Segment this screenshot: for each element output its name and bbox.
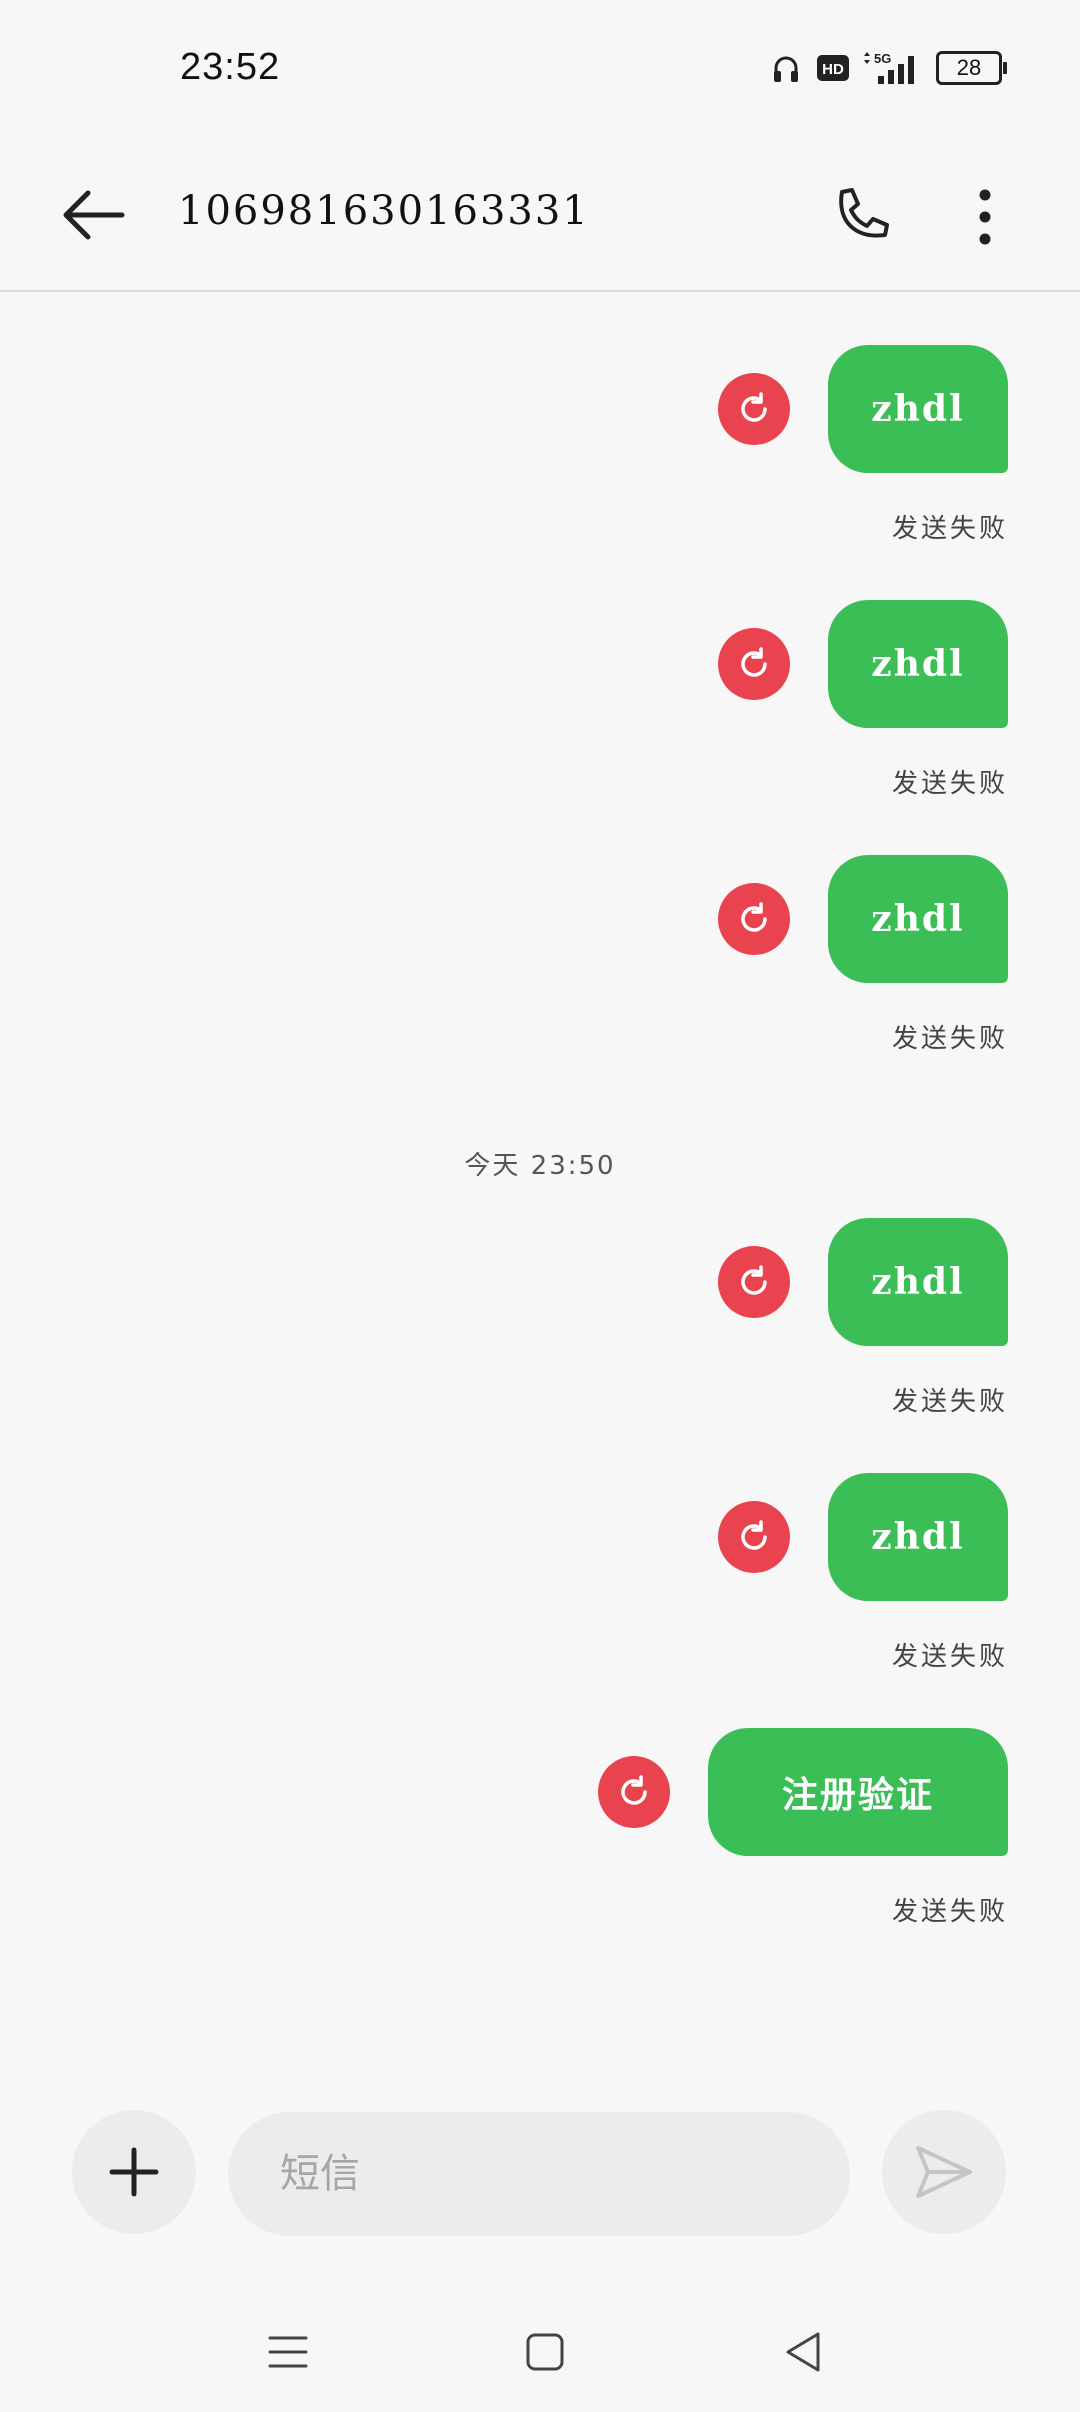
message-row: zhdl xyxy=(108,1473,1008,1601)
refresh-icon xyxy=(741,647,767,677)
headphones-icon xyxy=(774,56,798,82)
retry-button[interactable] xyxy=(718,883,790,955)
message-bubble[interactable]: zhdl xyxy=(828,1473,1008,1601)
send-failed-label[interactable]: 发送失败 xyxy=(892,763,1008,800)
home-button[interactable] xyxy=(515,2322,575,2382)
app-bar: 106981630163331 xyxy=(0,140,1080,292)
plus-icon xyxy=(109,2147,159,2197)
attach-button[interactable] xyxy=(72,2110,196,2234)
message-bubble[interactable]: zhdl xyxy=(828,855,1008,983)
status-bar: 23:52 HD 5G 28 xyxy=(0,0,1080,140)
refresh-icon xyxy=(741,902,767,932)
hd-icon: HD xyxy=(817,55,849,81)
retry-button[interactable] xyxy=(718,628,790,700)
date-separator: 今天 23:50 xyxy=(464,1151,616,1181)
back-triangle-icon xyxy=(786,2332,820,2372)
message-row: zhdl xyxy=(108,1218,1008,1346)
send-button[interactable] xyxy=(882,2110,1006,2234)
phone-icon xyxy=(839,188,889,238)
message-bubble[interactable]: zhdl xyxy=(828,600,1008,728)
conversation-title: 106981630163331 xyxy=(178,188,590,234)
message-bubble[interactable]: zhdl xyxy=(828,1218,1008,1346)
refresh-icon xyxy=(741,392,767,422)
back-button[interactable] xyxy=(60,185,130,245)
message-row: zhdl xyxy=(108,345,1008,473)
send-failed-label[interactable]: 发送失败 xyxy=(892,1891,1008,1928)
svg-text:HD: HD xyxy=(822,61,844,78)
refresh-icon xyxy=(741,1520,767,1550)
retry-button[interactable] xyxy=(598,1756,670,1828)
retry-button[interactable] xyxy=(718,1501,790,1573)
message-bubble[interactable]: zhdl xyxy=(828,345,1008,473)
send-failed-label[interactable]: 发送失败 xyxy=(892,1636,1008,1673)
send-failed-label[interactable]: 发送失败 xyxy=(892,1381,1008,1418)
send-icon xyxy=(916,2146,972,2198)
send-failed-label[interactable]: 发送失败 xyxy=(892,508,1008,545)
back-arrow-icon xyxy=(63,190,125,240)
svg-text:5G: 5G xyxy=(874,51,891,66)
call-button[interactable] xyxy=(826,184,892,250)
menu-icon xyxy=(268,2336,308,2368)
composer xyxy=(0,2106,1080,2246)
navigation-bar xyxy=(0,2300,1080,2412)
status-icons: HD 5G 28 xyxy=(770,50,1007,86)
message-input[interactable] xyxy=(228,2112,850,2236)
more-options-button[interactable] xyxy=(960,184,1010,250)
more-vertical-icon xyxy=(979,189,991,245)
home-icon xyxy=(526,2333,564,2371)
message-bubble[interactable]: 注册验证 xyxy=(708,1728,1008,1856)
refresh-icon xyxy=(621,1775,647,1805)
send-failed-label[interactable]: 发送失败 xyxy=(892,1018,1008,1055)
5g-signal-icon: 5G xyxy=(864,51,914,84)
status-time: 23:52 xyxy=(180,46,281,88)
message-list[interactable]: zhdl 发送失败 zhdl 发送失败 zhdl 发送失败 今天 23:50 z… xyxy=(0,292,1080,2072)
back-nav-button[interactable] xyxy=(774,2322,834,2382)
message-row: zhdl xyxy=(108,600,1008,728)
message-row: zhdl xyxy=(108,855,1008,983)
battery-icon: 28 xyxy=(936,51,1007,85)
refresh-icon xyxy=(741,1265,767,1295)
battery-level: 28 xyxy=(956,55,982,80)
recents-button[interactable] xyxy=(258,2322,318,2382)
retry-button[interactable] xyxy=(718,373,790,445)
retry-button[interactable] xyxy=(718,1246,790,1318)
message-row: 注册验证 xyxy=(108,1728,1008,1856)
